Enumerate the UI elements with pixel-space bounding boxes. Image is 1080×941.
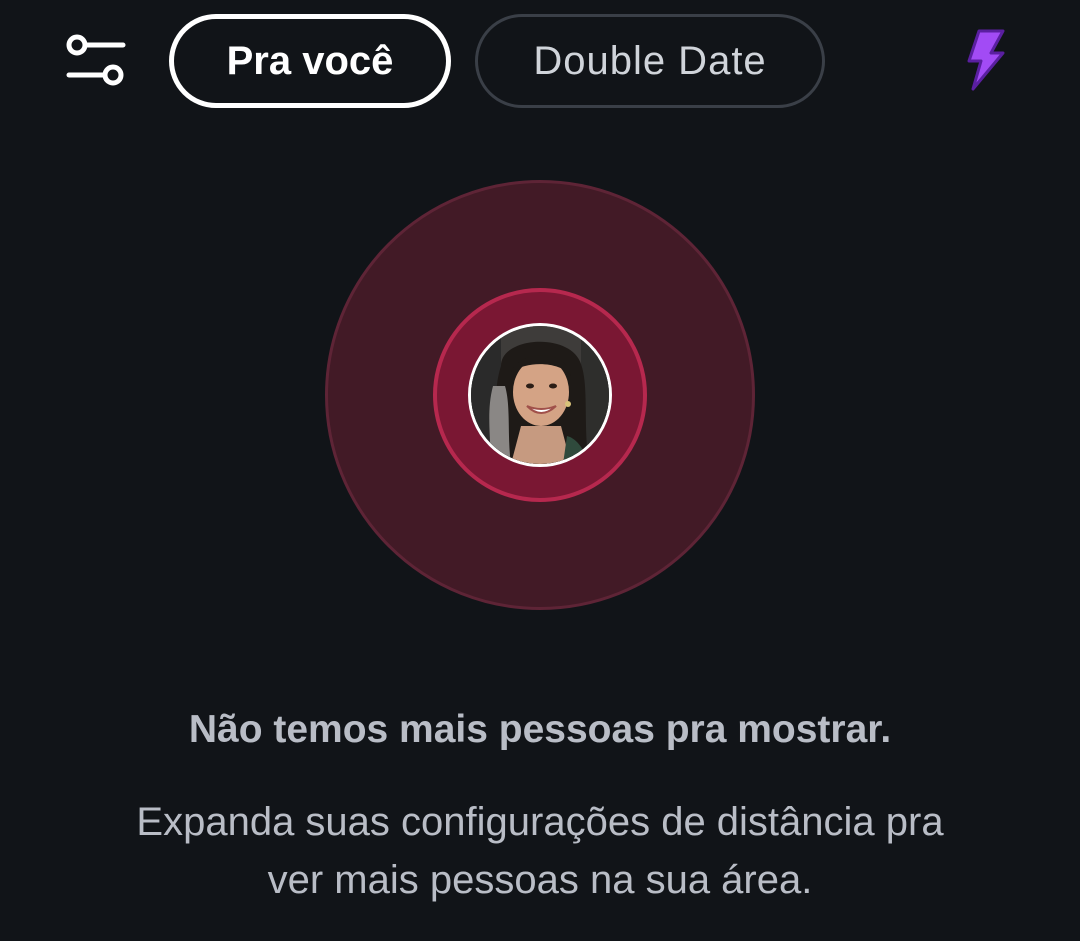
filter-button[interactable] [60, 28, 132, 94]
empty-state-description-line-1: Expanda suas configurações de distância … [136, 800, 944, 844]
top-bar: Pra você Double Date [0, 0, 1080, 120]
tab-double-date[interactable]: Double Date [475, 14, 825, 108]
tab-for-you-label: Pra você [226, 38, 394, 83]
empty-state-description-line-2: ver mais pessoas na sua área. [267, 858, 813, 902]
empty-state-description: Expanda suas configurações de distância … [60, 793, 1020, 909]
lightning-bolt-icon [967, 29, 1005, 91]
boost-button[interactable] [950, 24, 1020, 96]
discovery-screen: Pra você Double Date Não temos mais pess… [0, 0, 1080, 941]
radar-animation [325, 180, 755, 610]
tab-for-you[interactable]: Pra você [169, 14, 451, 108]
sliders-icon [66, 34, 126, 86]
profile-photo [471, 326, 609, 464]
empty-state-title: Não temos mais pessoas pra mostrar. [188, 708, 892, 751]
tab-double-date-label: Double Date [533, 38, 767, 83]
avatar[interactable] [468, 323, 612, 467]
